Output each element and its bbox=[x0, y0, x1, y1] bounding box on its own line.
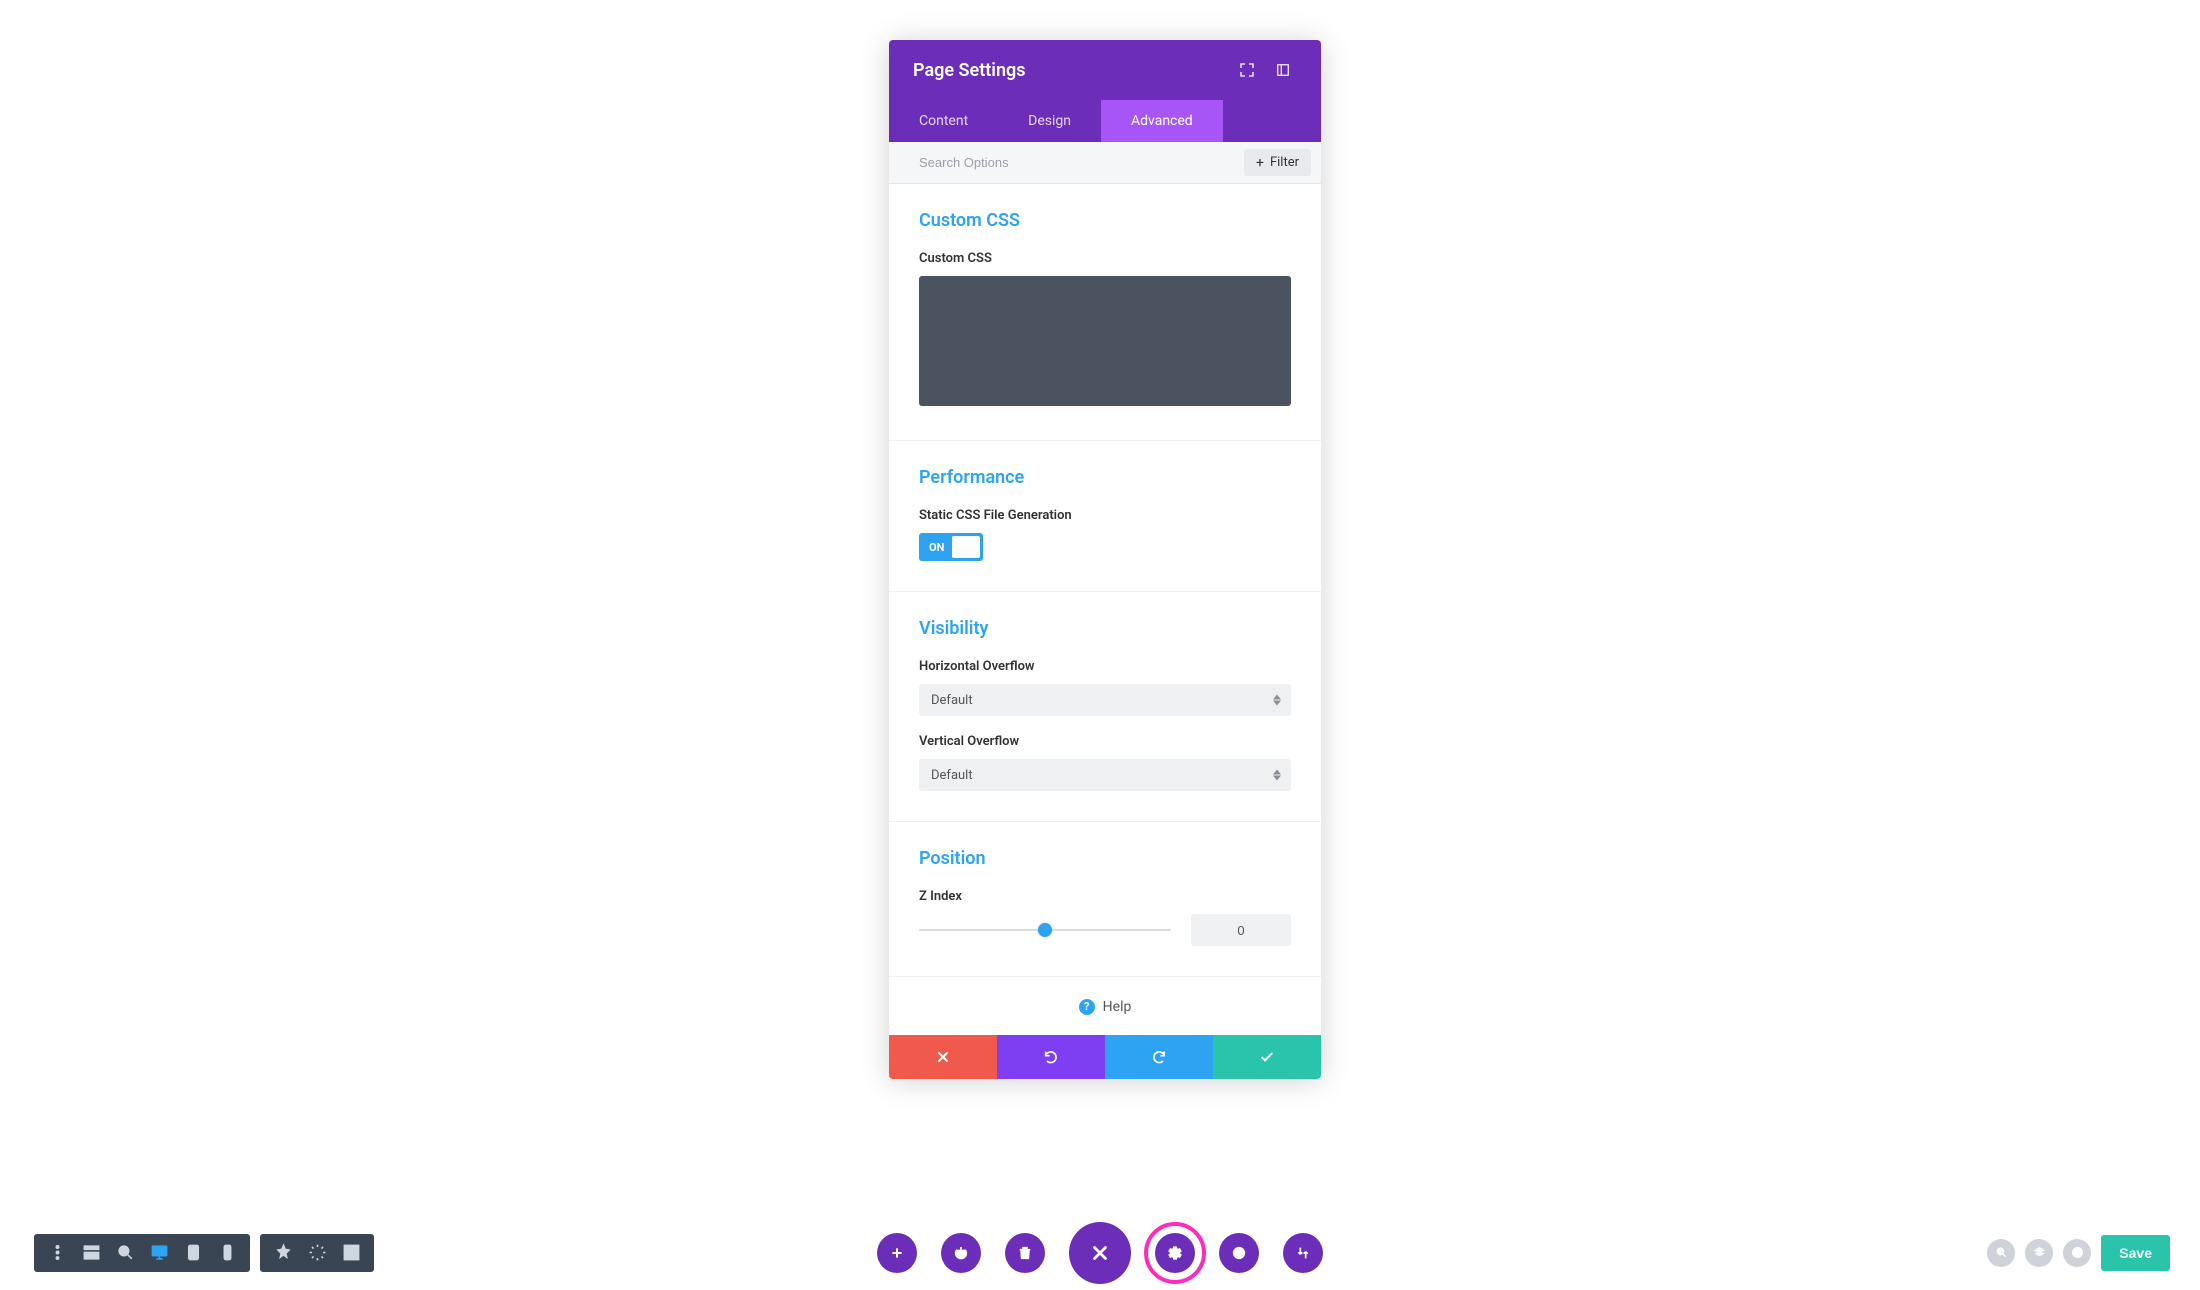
confirm-button[interactable] bbox=[1213, 1035, 1321, 1079]
section-title-custom-css: Custom CSS bbox=[919, 210, 1291, 231]
expand-icon[interactable] bbox=[1233, 56, 1261, 84]
undo-icon bbox=[1043, 1049, 1059, 1065]
add-button[interactable] bbox=[877, 1233, 917, 1273]
search-bar: + Filter bbox=[889, 142, 1321, 184]
redo-icon bbox=[1151, 1049, 1167, 1065]
view-strip-2 bbox=[260, 1234, 374, 1272]
section-visibility: Visibility Horizontal Overflow Default V… bbox=[889, 592, 1321, 822]
close-icon bbox=[935, 1049, 951, 1065]
close-main-button[interactable] bbox=[1069, 1222, 1131, 1284]
search-page-icon[interactable] bbox=[1987, 1239, 2015, 1267]
redo-button[interactable] bbox=[1105, 1035, 1213, 1079]
center-toolbar bbox=[877, 1222, 1323, 1284]
section-position: Position Z Index bbox=[889, 822, 1321, 977]
vertical-overflow-label: Vertical Overflow bbox=[919, 734, 1291, 749]
section-title-position: Position bbox=[919, 848, 1291, 869]
discard-button[interactable] bbox=[889, 1035, 997, 1079]
desktop-icon[interactable] bbox=[142, 1234, 176, 1272]
help-row: ? Help bbox=[889, 977, 1321, 1035]
horizontal-overflow-label: Horizontal Overflow bbox=[919, 659, 1291, 674]
horizontal-overflow-select[interactable]: Default bbox=[919, 684, 1291, 716]
power-button[interactable] bbox=[941, 1233, 981, 1273]
click-icon[interactable] bbox=[300, 1234, 334, 1272]
horizontal-overflow-value: Default bbox=[931, 693, 973, 708]
filter-button[interactable]: + Filter bbox=[1244, 149, 1311, 176]
plus-icon: + bbox=[1256, 156, 1264, 170]
help-label: Help bbox=[1103, 999, 1132, 1015]
chevron-updown-icon bbox=[1273, 770, 1281, 781]
grid-icon[interactable] bbox=[334, 1234, 368, 1272]
panel-body: Custom CSS Custom CSS Performance Static… bbox=[889, 184, 1321, 1035]
z-index-input[interactable] bbox=[1191, 914, 1291, 946]
portability-button[interactable] bbox=[1283, 1233, 1323, 1273]
undo-button[interactable] bbox=[997, 1035, 1105, 1079]
custom-css-label: Custom CSS bbox=[919, 251, 1291, 266]
settings-button[interactable] bbox=[1155, 1233, 1195, 1273]
view-strip-1 bbox=[34, 1234, 250, 1272]
help-circle-icon[interactable] bbox=[2063, 1239, 2091, 1267]
section-title-performance: Performance bbox=[919, 467, 1291, 488]
filter-label: Filter bbox=[1270, 155, 1299, 170]
vertical-overflow-value: Default bbox=[931, 768, 973, 783]
panel-footer bbox=[889, 1035, 1321, 1079]
z-index-label: Z Index bbox=[919, 889, 1291, 904]
hover-icon[interactable] bbox=[266, 1234, 300, 1272]
section-performance: Performance Static CSS File Generation O… bbox=[889, 441, 1321, 592]
tab-advanced[interactable]: Advanced bbox=[1101, 100, 1223, 142]
static-css-toggle[interactable]: ON bbox=[919, 533, 983, 561]
layers-icon[interactable] bbox=[2025, 1239, 2053, 1267]
save-button[interactable]: Save bbox=[2101, 1235, 2170, 1271]
tablet-icon[interactable] bbox=[176, 1234, 210, 1272]
custom-css-input[interactable] bbox=[919, 276, 1291, 406]
right-toolbar: Save bbox=[1987, 1235, 2170, 1271]
tab-content[interactable]: Content bbox=[889, 100, 998, 142]
section-title-visibility: Visibility bbox=[919, 618, 1291, 639]
history-button[interactable] bbox=[1219, 1233, 1259, 1273]
help-link[interactable]: ? Help bbox=[1079, 999, 1132, 1015]
slider-thumb[interactable] bbox=[1038, 923, 1052, 937]
vertical-overflow-select[interactable]: Default bbox=[919, 759, 1291, 791]
z-index-slider[interactable] bbox=[919, 920, 1171, 940]
chevron-updown-icon bbox=[1273, 695, 1281, 706]
help-icon: ? bbox=[1079, 999, 1095, 1015]
static-css-label: Static CSS File Generation bbox=[919, 508, 1291, 523]
trash-button[interactable] bbox=[1005, 1233, 1045, 1273]
phone-icon[interactable] bbox=[210, 1234, 244, 1272]
section-custom-css: Custom CSS Custom CSS bbox=[889, 184, 1321, 441]
more-vertical-icon[interactable] bbox=[40, 1234, 74, 1272]
tab-bar: Content Design Advanced bbox=[889, 100, 1321, 142]
search-input[interactable] bbox=[919, 155, 1244, 170]
builder-bottom-bar: Save bbox=[0, 1225, 2200, 1280]
page-settings-panel: Page Settings Content Design Advanced + … bbox=[889, 40, 1321, 1079]
z-index-row bbox=[919, 914, 1291, 946]
snap-left-icon[interactable] bbox=[1269, 56, 1297, 84]
check-icon bbox=[1259, 1049, 1275, 1065]
toggle-state-label: ON bbox=[929, 541, 944, 554]
view-toolbar bbox=[34, 1234, 374, 1272]
toggle-knob bbox=[952, 536, 980, 558]
panel-title: Page Settings bbox=[913, 60, 1225, 81]
tab-design[interactable]: Design bbox=[998, 100, 1101, 142]
panel-header: Page Settings bbox=[889, 40, 1321, 100]
zoom-icon[interactable] bbox=[108, 1234, 142, 1272]
wireframe-icon[interactable] bbox=[74, 1234, 108, 1272]
